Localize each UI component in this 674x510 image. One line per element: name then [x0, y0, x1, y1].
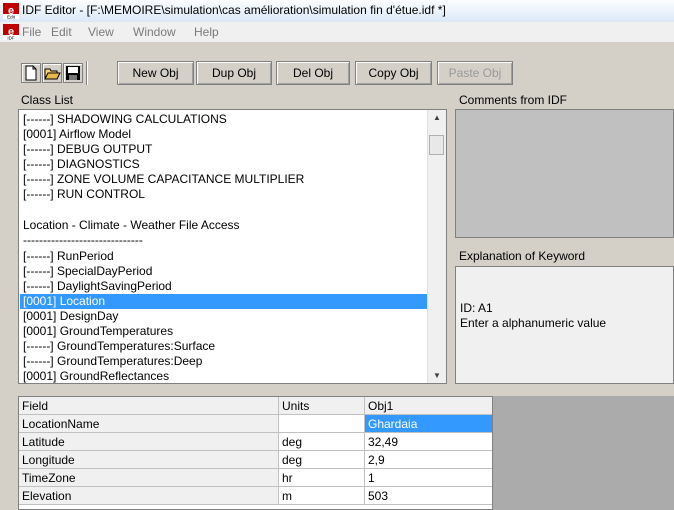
- window-title: IDF Editor - [F:\MEMOIRE\simulation\cas …: [22, 3, 446, 17]
- open-folder-icon: [44, 68, 61, 80]
- grid-value-cell[interactable]: 2,9: [365, 451, 492, 469]
- grid-units: hr: [279, 469, 365, 487]
- new-file-icon: [25, 65, 37, 81]
- save-disk-icon: [66, 66, 80, 80]
- list-item[interactable]: [------] GroundTemperatures:Deep: [22, 354, 202, 369]
- del-obj-button[interactable]: Del Obj: [276, 61, 350, 85]
- grid-field-name: Longitude: [19, 451, 279, 469]
- list-item[interactable]: [------] RUN CONTROL: [22, 187, 145, 202]
- list-item[interactable]: [------] ZONE VOLUME CAPACITANCE MULTIPL…: [22, 172, 304, 187]
- grid-header-units: Units: [279, 397, 365, 415]
- app-icon: e Edit: [3, 3, 19, 19]
- copy-obj-button[interactable]: Copy Obj: [355, 61, 432, 85]
- svg-text:Edit: Edit: [7, 15, 16, 20]
- list-item[interactable]: [0001] Airflow Model: [22, 127, 131, 142]
- list-item[interactable]: [0001] DesignDay: [22, 309, 118, 324]
- menu-help[interactable]: Help: [194, 25, 219, 39]
- menu-window[interactable]: Window: [133, 25, 176, 39]
- list-group-header[interactable]: Location - Climate - Weather File Access: [22, 218, 240, 233]
- explanation-text: Enter a alphanumeric value: [460, 316, 607, 330]
- paste-obj-button[interactable]: Paste Obj: [437, 61, 513, 85]
- list-item[interactable]: [0001] GroundTemperatures: [22, 324, 173, 339]
- comments-label: Comments from IDF: [459, 93, 568, 107]
- list-item[interactable]: [------] DEBUG OUTPUT: [22, 142, 152, 157]
- menu-edit[interactable]: Edit: [51, 25, 72, 39]
- menu-file[interactable]: File: [22, 25, 41, 39]
- menu-view[interactable]: View: [88, 25, 114, 39]
- comments-panel[interactable]: [455, 109, 674, 238]
- list-item[interactable]: [------] DaylightSavingPeriod: [22, 279, 172, 294]
- explanation-panel: ID: A1 Enter a alphanumeric value: [455, 266, 674, 384]
- list-item[interactable]: [------] GroundTemperatures:Surface: [22, 339, 215, 354]
- list-item[interactable]: [22, 202, 23, 217]
- explanation-label: Explanation of Keyword: [459, 249, 586, 263]
- list-item[interactable]: [------] SpecialDayPeriod: [22, 264, 152, 279]
- grid-value-cell[interactable]: 32,49: [365, 433, 492, 451]
- grid-units: deg: [279, 451, 365, 469]
- grid-value-cell[interactable]: 1: [365, 469, 492, 487]
- grid-field-name: Elevation: [19, 487, 279, 505]
- save-file-button[interactable]: [63, 63, 83, 83]
- list-item-selected[interactable]: [0001] Location: [20, 294, 428, 309]
- toolbar-separator: [86, 61, 88, 85]
- open-file-button[interactable]: [42, 63, 62, 83]
- idf-editor-window: e Edit IDF Editor - [F:\MEMOIRE\simulati…: [0, 0, 674, 510]
- grid-units: deg: [279, 433, 365, 451]
- title-bar: e Edit IDF Editor - [F:\MEMOIRE\simulati…: [0, 0, 674, 23]
- grid-empty-area: [493, 396, 674, 510]
- list-item[interactable]: [------] SHADOWING CALCULATIONS: [22, 112, 227, 127]
- class-list[interactable]: [------] SHADOWING CALCULATIONS [0001] A…: [18, 109, 447, 384]
- grid-field-name: Latitude: [19, 433, 279, 451]
- svg-text:IDF: IDF: [7, 36, 15, 41]
- scroll-down-arrow-icon[interactable]: ▼: [433, 371, 441, 380]
- list-divider: ------------------------------: [23, 233, 143, 247]
- grid-header-obj1: Obj1: [365, 397, 492, 415]
- class-list-label: Class List: [21, 93, 74, 107]
- grid-units: [279, 415, 365, 433]
- list-item[interactable]: [0001] GroundReflectances: [22, 369, 169, 383]
- scroll-up-arrow-icon[interactable]: ▲: [433, 113, 441, 122]
- vertical-scrollbar[interactable]: ▲ ▼: [427, 110, 446, 383]
- object-grid[interactable]: Field Units Obj1 LocationName Ghardaia L…: [18, 396, 493, 510]
- grid-value-cell-selected[interactable]: Ghardaia: [365, 415, 492, 433]
- grid-units: m: [279, 487, 365, 505]
- grid-field-name: TimeZone: [19, 469, 279, 487]
- explanation-id: ID: A1: [460, 301, 493, 315]
- scroll-thumb[interactable]: [429, 135, 444, 155]
- new-obj-button[interactable]: New Obj: [117, 61, 194, 85]
- document-icon[interactable]: e IDF: [3, 24, 19, 40]
- grid-field-name: LocationName: [19, 415, 279, 433]
- grid-header-field: Field: [19, 397, 279, 415]
- menu-bar: e IDF File Edit View Window Help: [0, 22, 674, 42]
- new-file-button[interactable]: [21, 63, 41, 83]
- list-item[interactable]: [------] DIAGNOSTICS: [22, 157, 140, 172]
- list-item[interactable]: [------] RunPeriod: [22, 249, 114, 264]
- dup-obj-button[interactable]: Dup Obj: [196, 61, 272, 85]
- grid-value-cell[interactable]: 503: [365, 487, 492, 505]
